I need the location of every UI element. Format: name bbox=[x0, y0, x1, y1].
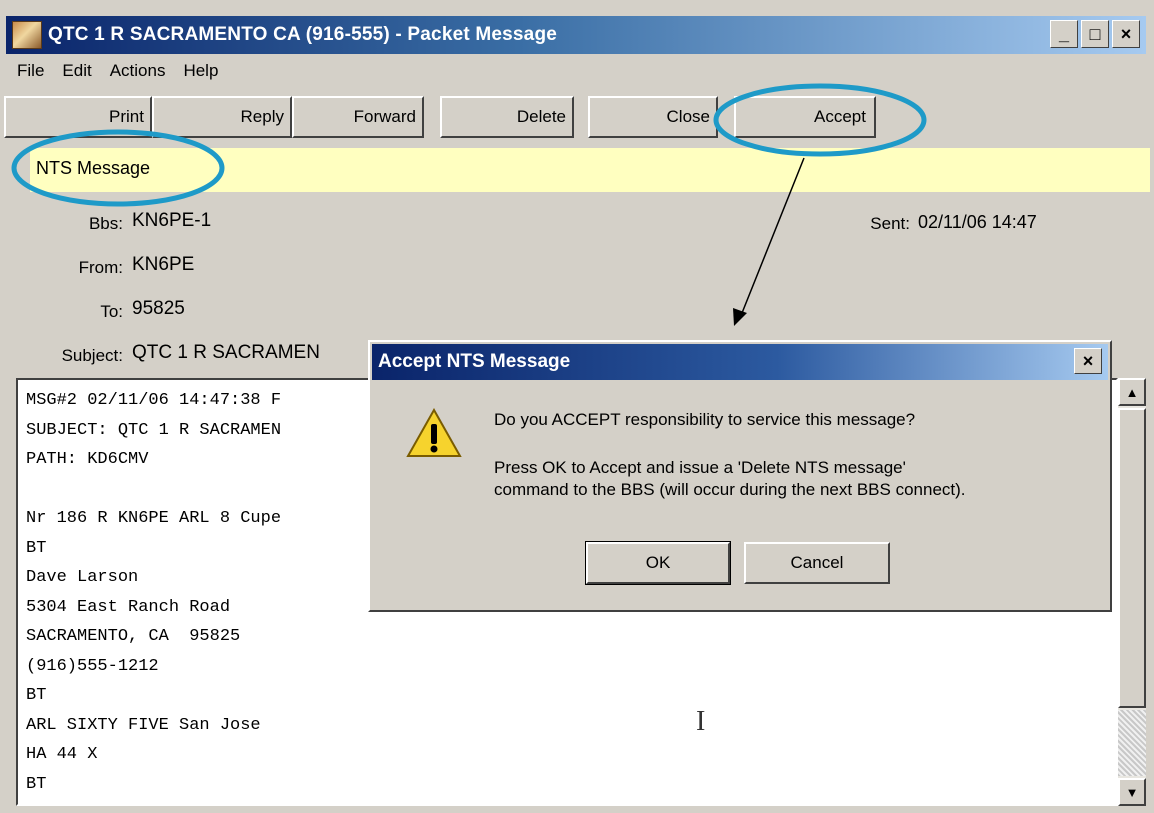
message-line: BT bbox=[26, 774, 47, 794]
nts-message-label: NTS Message bbox=[36, 158, 151, 178]
accept-button[interactable]: Accept bbox=[734, 96, 876, 138]
warning-icon bbox=[406, 408, 462, 457]
from-label: From: bbox=[78, 258, 123, 277]
menu-edit[interactable]: Edit bbox=[53, 61, 100, 81]
bbs-value: KN6PE-1 bbox=[132, 210, 212, 231]
menu-file[interactable]: File bbox=[8, 61, 53, 81]
minimize-button[interactable]: _ bbox=[1050, 20, 1078, 48]
message-line: BT bbox=[26, 538, 47, 558]
scroll-thumb[interactable] bbox=[1118, 408, 1146, 708]
scroll-down-icon[interactable]: ▼ bbox=[1118, 778, 1146, 806]
title-bar[interactable]: QTC 1 R SACRAMENTO CA (916-555) - Packet… bbox=[6, 16, 1146, 54]
maximize-button[interactable]: □ bbox=[1081, 20, 1109, 48]
scroll-track[interactable] bbox=[1118, 710, 1146, 776]
to-value: 95825 bbox=[132, 298, 185, 319]
app-icon bbox=[12, 21, 42, 49]
print-button[interactable]: Print bbox=[4, 96, 152, 138]
message-line bbox=[26, 475, 281, 505]
to-label: To: bbox=[100, 302, 123, 321]
menu-help[interactable]: Help bbox=[174, 61, 227, 81]
window-title: QTC 1 R SACRAMENTO CA (916-555) - Packet… bbox=[48, 24, 558, 45]
cancel-button[interactable]: Cancel bbox=[744, 542, 890, 584]
forward-button[interactable]: Forward bbox=[292, 96, 424, 138]
nts-banner: NTS Message bbox=[30, 148, 1150, 192]
message-line: Nr 186 R KN6PE ARL 8 Cupe bbox=[26, 509, 282, 528]
vertical-scrollbar[interactable]: ▲ ▼ bbox=[1118, 378, 1146, 806]
message-line: SUBJECT: QTC 1 R SACRAMEN bbox=[26, 420, 282, 440]
message-line: Dave Larson bbox=[26, 568, 139, 587]
sent-label: Sent: bbox=[870, 214, 910, 233]
sent-value: 02/11/06 14:47 bbox=[918, 212, 1037, 232]
text-cursor-icon: I bbox=[696, 706, 706, 737]
dialog-title: Accept NTS Message bbox=[378, 351, 571, 372]
dialog-close-button[interactable]: × bbox=[1074, 348, 1102, 374]
subject-value: QTC 1 R SACRAMEN bbox=[132, 342, 320, 363]
message-line: SACRAMENTO, CA 95825 bbox=[26, 627, 241, 646]
toolbar: Print Reply Forward Delete Close Accept bbox=[4, 96, 1150, 140]
dialog-question: Do you ACCEPT responsibility to service … bbox=[494, 410, 916, 429]
message-line: MSG#2 02/11/06 14:47:38 F bbox=[26, 391, 282, 410]
scroll-up-icon[interactable]: ▲ bbox=[1118, 378, 1146, 406]
message-line: (916)555-1212 bbox=[26, 656, 159, 676]
close-window-button[interactable]: × bbox=[1112, 20, 1140, 48]
subject-label: Subject: bbox=[61, 346, 123, 365]
message-line: BT bbox=[26, 686, 47, 705]
from-value: KN6PE bbox=[132, 254, 195, 275]
message-line: ARL SIXTY FIVE San Jose bbox=[26, 715, 261, 735]
ok-button[interactable]: OK bbox=[585, 541, 731, 585]
menu-actions[interactable]: Actions bbox=[101, 61, 175, 81]
dialog-info-line-1: Press OK to Accept and issue a 'Delete N… bbox=[494, 458, 906, 477]
delete-button[interactable]: Delete bbox=[440, 96, 574, 138]
dialog-info-line-2: command to the BBS (will occur during th… bbox=[494, 480, 966, 499]
message-line: 5304 East Ranch Road bbox=[26, 597, 231, 617]
message-line: PATH: KD6CMV bbox=[26, 450, 149, 469]
menu-bar: File Edit Actions Help bbox=[8, 56, 227, 86]
reply-button[interactable]: Reply bbox=[152, 96, 292, 138]
close-button[interactable]: Close bbox=[588, 96, 718, 138]
bbs-label: Bbs: bbox=[88, 214, 123, 233]
message-line: HA 44 X bbox=[26, 745, 98, 764]
dialog-title-bar[interactable]: Accept NTS Message × bbox=[372, 344, 1108, 380]
message-text: MSG#2 02/11/06 14:47:38 F SUBJECT: QTC 1 … bbox=[26, 386, 281, 799]
accept-nts-dialog: Accept NTS Message × Do you ACCEPT respo… bbox=[368, 340, 1112, 612]
